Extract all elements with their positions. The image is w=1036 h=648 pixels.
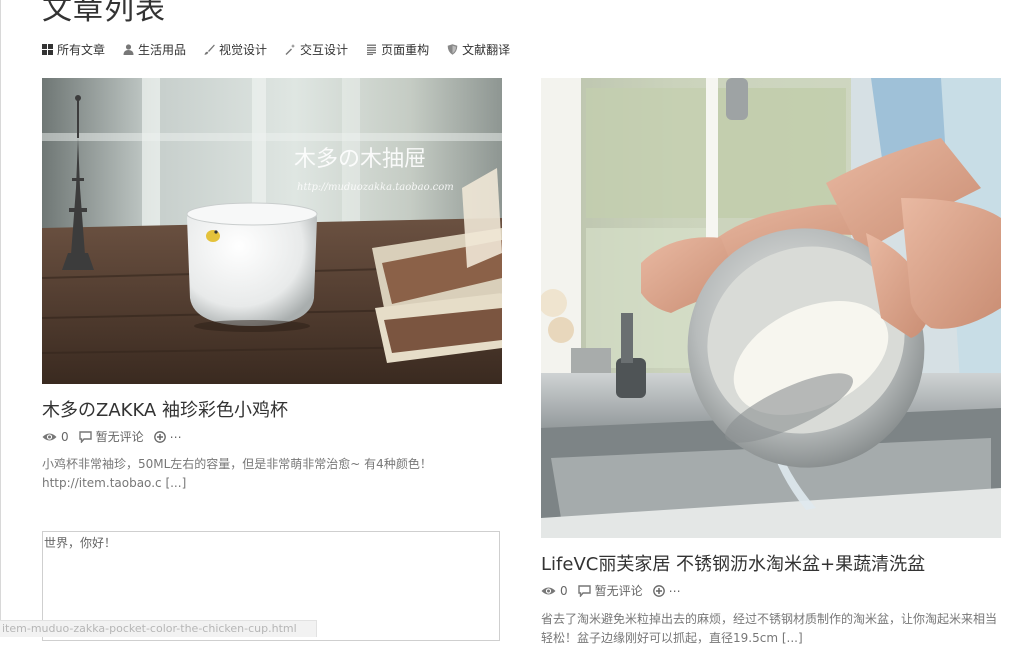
share-button[interactable]: ⋯ <box>652 584 681 598</box>
brush-icon <box>204 44 215 55</box>
hello-text: 世界，你好！ <box>44 536 117 550</box>
document-lines-icon <box>367 44 377 55</box>
eye-icon <box>541 587 556 594</box>
status-bar-url: item-muduo-zakka-pocket-color-the-chicke… <box>0 620 317 637</box>
comment-icon <box>78 430 92 443</box>
filter-label: 页面重构 <box>381 42 430 57</box>
left-border <box>0 0 1 633</box>
post-meta: 0 暂无评论 ⋯ <box>42 428 192 445</box>
views-count: 0 <box>541 584 568 598</box>
plus-circle-icon <box>153 430 166 443</box>
read-more-link[interactable]: [...] <box>165 476 186 490</box>
post-excerpt: 小鸡杯非常袖珍，50ML左右的容量，但是非常萌非常治愈~ 有4种颜色！ http… <box>42 457 432 490</box>
chicken-cup-photo: 木多の木抽屉 http://muduozakka.taobao.com <box>42 78 502 384</box>
comments-link[interactable]: 暂无评论 <box>577 582 643 599</box>
filter-label: 生活用品 <box>138 42 187 57</box>
post-excerpt: 省去了淘米避免米粒掉出去的麻烦，经过不锈钢材质制作的淘米盆，让你淘起米来相当轻松… <box>541 612 998 645</box>
post-thumbnail[interactable] <box>541 78 1001 538</box>
filter-label: 文献翻译 <box>462 42 511 57</box>
filter-visual-design[interactable]: 视觉设计 <box>204 41 267 58</box>
eye-icon <box>42 433 57 440</box>
filter-interaction-design[interactable]: 交互设计 <box>285 41 348 58</box>
post-title[interactable]: 木多のZAKKA 袖珍彩色小鸡杯 <box>42 396 288 422</box>
rice-colander-photo <box>541 78 1001 538</box>
grid-icon <box>42 43 53 55</box>
filter-all-posts[interactable]: 所有文章 <box>42 41 105 58</box>
comment-icon <box>577 584 591 597</box>
shield-icon <box>447 43 458 55</box>
share-button[interactable]: ⋯ <box>153 430 182 444</box>
magic-wand-icon <box>285 43 296 55</box>
post-thumbnail[interactable]: 木多の木抽屉 http://muduozakka.taobao.com <box>42 78 502 384</box>
filter-translation[interactable]: 文献翻译 <box>447 41 510 58</box>
post-meta: 0 暂无评论 ⋯ <box>541 582 691 599</box>
watermark-url: http://muduozakka.taobao.com <box>297 182 454 193</box>
filter-label: 交互设计 <box>300 42 349 57</box>
views-count: 0 <box>42 430 69 444</box>
page-title: 文章列表 <box>42 0 166 27</box>
filter-daily-goods[interactable]: 生活用品 <box>123 41 186 58</box>
watermark-title: 木多の木抽屉 <box>294 147 426 172</box>
comments-link[interactable]: 暂无评论 <box>78 428 144 445</box>
read-more-link[interactable]: [...] <box>782 631 803 645</box>
filter-page-refactor[interactable]: 页面重构 <box>366 41 429 58</box>
user-icon <box>123 43 134 55</box>
post-title[interactable]: LifeVC丽芙家居 不锈钢沥水淘米盆+果蔬清洗盆 <box>541 550 925 576</box>
filter-label: 视觉设计 <box>219 42 268 57</box>
filter-label: 所有文章 <box>57 42 106 57</box>
category-filter-nav: 所有文章 生活用品 视觉设计 交互设计 页面重构 文献翻译 <box>42 40 528 58</box>
plus-circle-icon <box>652 584 665 597</box>
